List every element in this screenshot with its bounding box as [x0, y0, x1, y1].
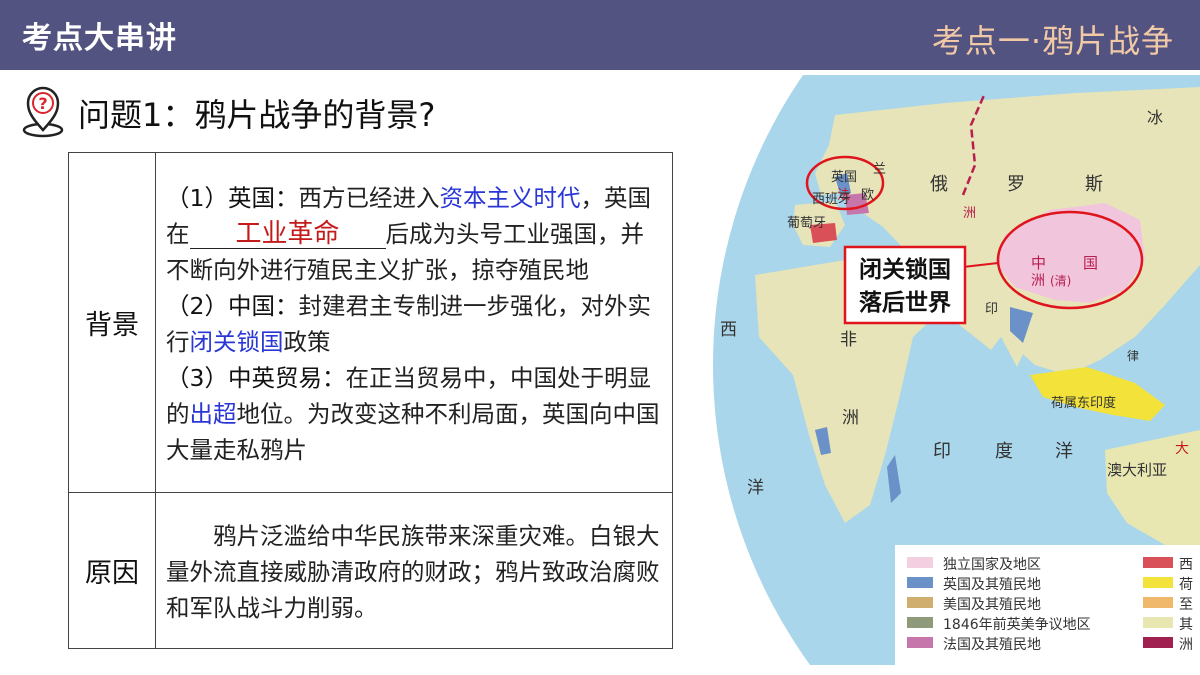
- table-row: 原因 鸦片泛滥给中华民族带来深重灾难。白银大量外流直接威胁清政府的财政；鸦片致政…: [68, 492, 673, 649]
- britain-heading: （1）英国：: [166, 183, 299, 212]
- question-location-pin-icon: ?: [22, 86, 64, 138]
- legend-swatch: [1143, 637, 1173, 648]
- china-heading: （2）中国：: [166, 291, 299, 320]
- label-europe-top: 兰: [873, 162, 886, 177]
- label-china-1: 中: [1031, 254, 1046, 272]
- legend-label: 至: [1179, 597, 1193, 613]
- label-india: 印: [985, 302, 998, 317]
- label-ice: 冰: [1147, 108, 1163, 127]
- legend-swatch: [907, 557, 933, 568]
- answer-blank: 工业革命: [189, 218, 386, 249]
- legend-swatch: [1143, 577, 1173, 588]
- china-paragraph: （2）中国：封建君主专制进一步强化，对外实行闭关锁国政策: [166, 291, 651, 356]
- legend-swatch: [1143, 557, 1173, 568]
- label-philippines: 律: [1127, 349, 1139, 363]
- trade-heading: （3）中英贸易：: [166, 363, 346, 392]
- label-china-3: 洲: [1031, 273, 1045, 289]
- answer-text: 工业革命: [235, 218, 340, 249]
- legend-swatch: [907, 637, 933, 648]
- legend-swatch: [907, 597, 933, 608]
- svg-text:?: ?: [38, 94, 47, 113]
- legend-label: 西: [1179, 557, 1193, 573]
- header-bar: 考点大串讲 考点一·鸦片战争: [0, 0, 1200, 70]
- label-ocean-2: 度: [995, 441, 1013, 462]
- label-europe-side: 欧: [861, 188, 874, 203]
- label-da: 大: [1175, 441, 1189, 457]
- row-label-background: 背景: [68, 152, 156, 493]
- label-ocean-1: 印: [933, 441, 951, 462]
- callout-line-2: 落后世界: [859, 289, 951, 316]
- legend-label: 法国及其殖民地: [943, 636, 1041, 653]
- legend-label: 洲: [1179, 637, 1193, 653]
- label-china-2: 国: [1083, 254, 1098, 272]
- legend-swatch: [1143, 617, 1173, 628]
- label-russia-2: 罗: [1007, 174, 1025, 195]
- label-britain: 英国: [831, 170, 857, 185]
- closed-door-term: 闭关锁国: [189, 327, 284, 356]
- background-content: （1）英国：西方已经进入资本主义时代，英国在 工业革命 后成为头号工业强国，并不断向…: [155, 152, 673, 493]
- label-australia: 澳大利亚: [1107, 461, 1167, 479]
- label-portugal: 葡萄牙: [787, 216, 826, 231]
- row-label-reason: 原因: [68, 492, 156, 649]
- legend-swatch: [1143, 597, 1173, 608]
- callout-line-1: 闭关锁国: [859, 256, 951, 283]
- trade-surplus-term: 出超: [189, 399, 237, 428]
- legend-swatch: [907, 577, 933, 588]
- capitalism-era-term: 资本主义时代: [439, 183, 581, 212]
- topic-title: 考点一·鸦片战争: [931, 22, 1174, 60]
- label-qing: (清): [1050, 274, 1071, 288]
- reason-content: 鸦片泛滥给中华民族带来深重灾难。白银大量外流直接威胁清政府的财政；鸦片致政治腐败…: [155, 492, 673, 649]
- label-asia-side: 洲: [963, 206, 976, 221]
- label-russia-3: 斯: [1085, 174, 1103, 195]
- map-svg: 闭关锁国 落后世界 英国 法 西班牙 葡萄牙 兰 欧 俄 罗 斯 洲 冰 中 国…: [713, 75, 1200, 665]
- label-ocean-3: 洋: [1055, 441, 1073, 462]
- legend-label: 英国及其殖民地: [943, 576, 1041, 593]
- trade-paragraph: （3）中英贸易：在正当贸易中，中国处于明显的出超地位。为改变这种不利局面，英国向…: [166, 363, 660, 464]
- legend-label: 独立国家及地区: [943, 556, 1041, 573]
- table-row: 背景 （1）英国：西方已经进入资本主义时代，英国在 工业革命 后成为头号工业强国，并…: [68, 152, 673, 493]
- legend-swatch: [907, 617, 933, 628]
- background-table: 背景 （1）英国：西方已经进入资本主义时代，英国在 工业革命 后成为头号工业强国，并…: [68, 152, 673, 649]
- question-text: 问题1：鸦片战争的背景?: [78, 96, 436, 134]
- section-title: 考点大串讲: [22, 21, 177, 56]
- label-africa-2: 洲: [842, 408, 859, 428]
- label-spain: 西班牙: [812, 192, 851, 207]
- label-dutch-indies: 荷属东印度: [1051, 395, 1116, 411]
- reason-text: 鸦片泛滥给中华民族带来深重灾难。白银大量外流直接威胁清政府的财政；鸦片致政治腐败…: [166, 521, 660, 622]
- label-russia-1: 俄: [930, 174, 948, 195]
- legend-label: 1846年前英美争议地区: [943, 616, 1091, 633]
- label-atlantic: 洋: [747, 478, 764, 498]
- britain-paragraph: （1）英国：西方已经进入资本主义时代，英国在 工业革命 后成为头号工业强国，并不断向…: [166, 183, 651, 284]
- label-africa-1: 非: [840, 330, 857, 350]
- legend-label: 其: [1179, 617, 1193, 633]
- world-map: 闭关锁国 落后世界 英国 法 西班牙 葡萄牙 兰 欧 俄 罗 斯 洲 冰 中 国…: [695, 75, 1200, 665]
- label-west: 西: [720, 320, 737, 340]
- legend-label: 美国及其殖民地: [943, 596, 1041, 613]
- legend-label: 荷: [1179, 577, 1193, 593]
